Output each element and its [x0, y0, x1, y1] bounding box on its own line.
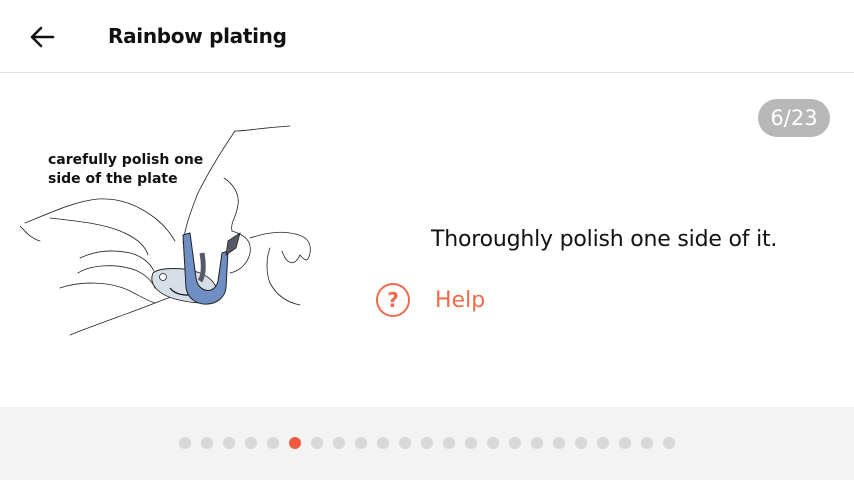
page-dot[interactable] [443, 437, 455, 449]
page-dot[interactable] [311, 437, 323, 449]
page-dot[interactable] [597, 437, 609, 449]
page-dot[interactable] [201, 437, 213, 449]
page-dot[interactable] [355, 437, 367, 449]
page-dot-active[interactable] [289, 437, 301, 449]
page-dot[interactable] [641, 437, 653, 449]
page-dot[interactable] [421, 437, 433, 449]
step-pager [0, 407, 854, 480]
page-dot[interactable] [377, 437, 389, 449]
page-dot[interactable] [245, 437, 257, 449]
app-bar: Rainbow plating [0, 0, 854, 73]
arrow-left-icon [30, 26, 55, 48]
back-button[interactable] [22, 17, 62, 57]
step-content: 6/23 carefully polish one side of the pl… [0, 73, 854, 407]
step-counter-badge: 6/23 [758, 99, 830, 137]
page-indicator-dots [0, 437, 854, 449]
help-button[interactable]: ? Help [376, 280, 485, 320]
help-label: Help [435, 287, 486, 313]
question-circle-icon: ? [376, 283, 410, 317]
page-dot[interactable] [333, 437, 345, 449]
step-instruction: Thoroughly polish one side of it. [431, 227, 778, 252]
page-dot[interactable] [509, 437, 521, 449]
page-dot[interactable] [553, 437, 565, 449]
page-dot[interactable] [531, 437, 543, 449]
page-dot[interactable] [267, 437, 279, 449]
page-dot[interactable] [399, 437, 411, 449]
page-dot[interactable] [487, 437, 499, 449]
page-dot[interactable] [179, 437, 191, 449]
page-dot[interactable] [223, 437, 235, 449]
page-dot[interactable] [575, 437, 587, 449]
page-title: Rainbow plating [108, 24, 287, 48]
step-illustration: carefully polish one side of the plate [19, 123, 320, 348]
page-dot[interactable] [663, 437, 675, 449]
page-dot[interactable] [465, 437, 477, 449]
page-dot[interactable] [619, 437, 631, 449]
illustration-caption: carefully polish one side of the plate [48, 152, 204, 187]
